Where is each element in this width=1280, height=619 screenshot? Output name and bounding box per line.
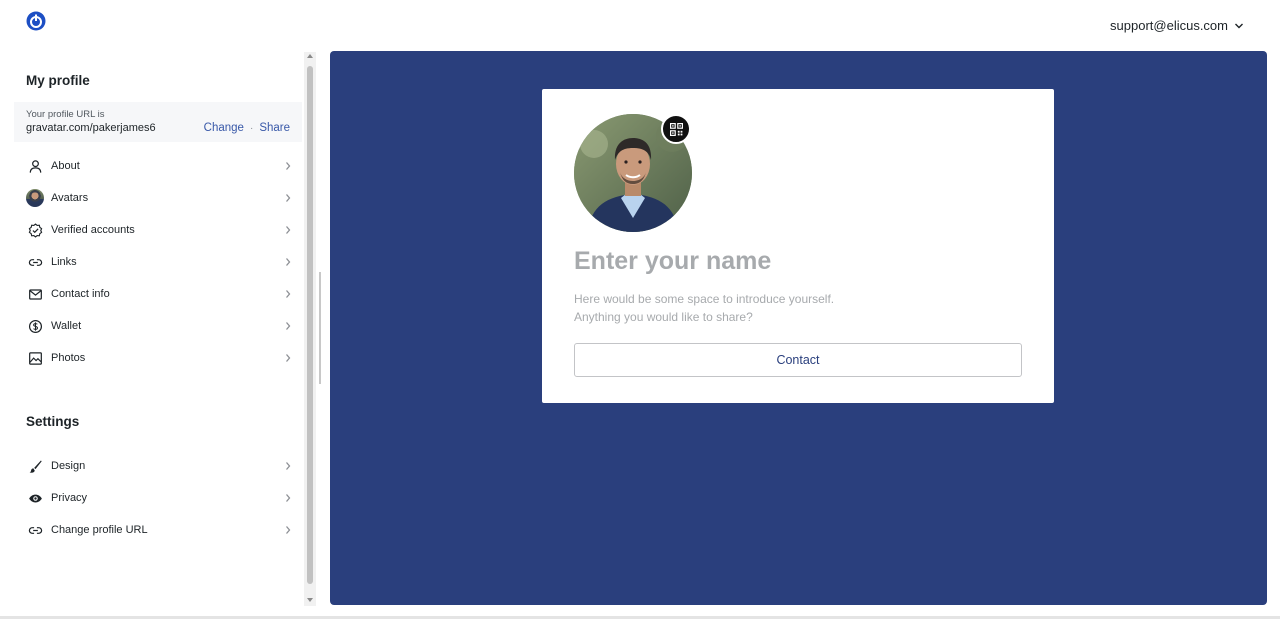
account-menu[interactable]: support@elicus.com [1110,18,1244,33]
link-icon [25,520,45,540]
chevron-right-icon [286,162,291,170]
profile-url-box: Your profile URL is gravatar.com/pakerja… [14,102,302,142]
profile-name-placeholder: Enter your name [574,247,772,275]
profile-url-actions: Change · Share [204,122,290,134]
settings-heading: Settings [26,414,80,429]
profile-preview-panel: Enter your name Here would be some space… [330,51,1267,605]
dollar-coin-icon [25,316,45,336]
sidebar-item-wallet[interactable]: Wallet [14,310,302,342]
change-url-link[interactable]: Change [204,122,244,134]
link-icon [25,252,45,272]
sidebar-item-label: Design [51,460,86,472]
sidebar-item-label: Change profile URL [51,524,148,536]
qr-code-icon [669,122,683,136]
profile-card: Enter your name Here would be some space… [542,89,1054,403]
image-icon [25,348,45,368]
sidebar-item-label: Links [51,256,77,268]
profile-bio-line: Anything you would like to share? [574,310,753,324]
sidebar-item-label: Photos [51,352,86,364]
chevron-right-icon [286,322,291,330]
sidebar-item-label: Privacy [51,492,88,504]
sidebar-scrollbar[interactable] [304,52,316,606]
top-bar: support@elicus.com [0,0,1280,50]
sidebar-item-about[interactable]: About [14,150,302,182]
sidebar: My profile Your profile URL is gravatar.… [0,52,318,606]
sidebar-item-label: Verified accounts [51,224,135,236]
qr-code-button[interactable] [661,114,691,144]
sidebar-item-label: Contact info [51,288,110,300]
chevron-right-icon [286,462,291,470]
person-icon [25,156,45,176]
profile-bio-line: Here would be some space to introduce yo… [574,292,835,306]
scrollbar-thumb[interactable] [307,66,313,584]
sidebar-item-avatars[interactable]: Avatars [14,182,302,214]
profile-url-value: gravatar.com/pakerjames6 [26,122,156,134]
sidebar-item-label: About [51,160,80,172]
account-email: support@elicus.com [1110,18,1228,33]
sidebar-item-photos[interactable]: Photos [14,342,302,374]
profile-url-label: Your profile URL is [26,109,105,120]
avatar-thumbnail [25,188,45,208]
scroll-up-arrow-icon[interactable] [307,54,313,58]
chevron-right-icon [286,494,291,502]
chevron-right-icon [286,258,291,266]
sidebar-item-label: Wallet [51,320,82,332]
sidebar-item-contact-info[interactable]: Contact info [14,278,302,310]
envelope-icon [25,284,45,304]
chevron-right-icon [286,526,291,534]
sidebar-item-design[interactable]: Design [14,450,302,482]
scroll-down-arrow-icon[interactable] [307,598,313,602]
panel-resize-handle[interactable] [319,272,321,384]
sidebar-item-privacy[interactable]: Privacy [14,482,302,514]
chevron-right-icon [286,290,291,298]
profile-bio: Here would be some space to introduce yo… [574,290,894,326]
sidebar-item-verified-accounts[interactable]: Verified accounts [14,214,302,246]
my-profile-heading: My profile [26,73,90,88]
share-url-link[interactable]: Share [259,122,290,134]
sidebar-item-label: Avatars [51,192,89,204]
sidebar-item-change-profile-url[interactable]: Change profile URL [14,514,302,546]
gravatar-logo-icon[interactable] [25,10,47,32]
sidebar-item-links[interactable]: Links [14,246,302,278]
contact-button[interactable]: Contact [574,343,1022,377]
chevron-right-icon [286,226,291,234]
verified-badge-icon [25,220,45,240]
chevron-down-icon [1235,23,1243,28]
separator-dot: · [249,122,254,134]
chevron-right-icon [286,354,291,362]
eye-icon [25,488,45,508]
brush-icon [25,456,45,476]
chevron-right-icon [286,194,291,202]
